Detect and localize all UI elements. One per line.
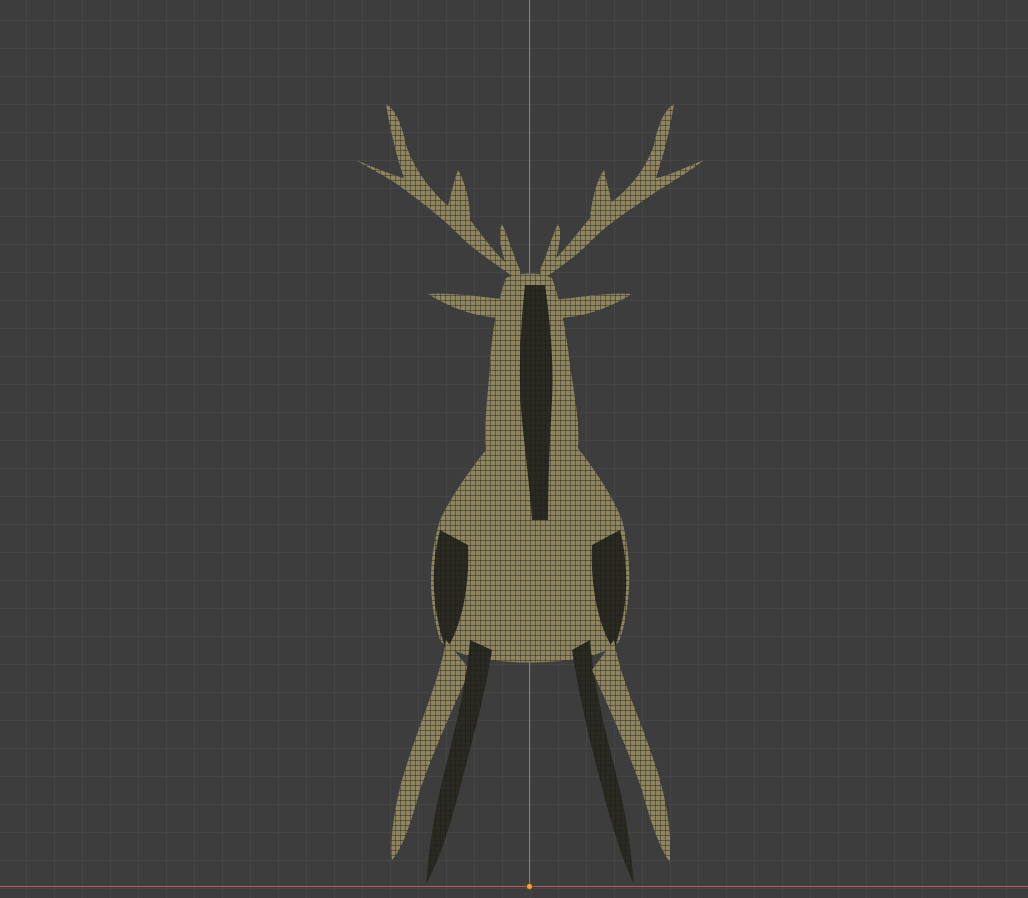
right-antler (540, 104, 704, 282)
deer-mesh[interactable] (0, 0, 1028, 898)
left-antler (356, 104, 520, 282)
origin-marker[interactable] (526, 883, 533, 890)
3d-viewport[interactable] (0, 0, 1028, 898)
tail-rump (498, 606, 562, 658)
